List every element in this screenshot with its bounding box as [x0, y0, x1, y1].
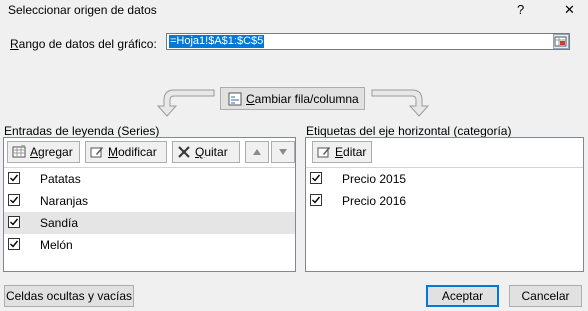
list-item[interactable]: Naranjas — [4, 190, 295, 212]
list-item-label: Melón — [40, 238, 73, 252]
axis-labels-label: Etiquetas del eje horizontal (categoría) — [306, 124, 512, 138]
axis-labels-panel: Editar Precio 2015 Precio 2016 — [305, 137, 584, 272]
add-table-icon — [12, 145, 26, 158]
checkmark-icon — [10, 196, 19, 204]
switch-icon — [228, 92, 242, 105]
edit-series-button[interactable]: Modificar — [85, 141, 167, 163]
list-item[interactable]: Sandía — [4, 212, 295, 234]
checkbox[interactable] — [8, 172, 20, 184]
remove-series-button[interactable]: Quitar — [172, 141, 240, 163]
hidden-empty-cells-button[interactable]: Celdas ocultas y vacías — [4, 285, 134, 307]
checkmark-icon — [10, 174, 19, 182]
legend-entries-panel: Agregar Modificar Quitar Patatas Naranjas… — [3, 137, 296, 272]
axis-toolbar: Editar — [306, 138, 583, 168]
help-button[interactable]: ? — [517, 2, 524, 17]
triangle-down-icon — [279, 149, 287, 155]
move-up-button[interactable] — [245, 141, 269, 163]
checkbox[interactable] — [8, 238, 20, 250]
list-item-label: Precio 2015 — [342, 172, 407, 186]
checkmark-icon — [312, 174, 321, 182]
checkbox[interactable] — [310, 172, 322, 184]
list-item-label: Sandía — [40, 216, 79, 230]
legend-toolbar: Agregar Modificar Quitar — [4, 138, 295, 168]
checkmark-icon — [312, 196, 321, 204]
list-item-label: Patatas — [40, 172, 81, 186]
list-item[interactable]: Patatas — [4, 168, 295, 190]
checkbox[interactable] — [310, 194, 322, 206]
edit-axis-button[interactable]: Editar — [312, 141, 372, 163]
edit-icon — [317, 147, 330, 158]
switch-row-column-label: Cambiar fila/columna — [246, 91, 359, 106]
range-label: Rango de datos del gráfico: — [10, 37, 157, 51]
checkbox[interactable] — [8, 194, 20, 206]
legend-entries-label: Entradas de leyenda (Series) — [4, 124, 160, 138]
checkmark-icon — [10, 240, 19, 248]
list-item[interactable]: Precio 2015 — [306, 168, 583, 190]
close-button[interactable]: ✕ — [564, 2, 575, 18]
left-arrow-icon — [156, 89, 215, 117]
checkmark-icon — [10, 218, 19, 226]
edit-icon — [90, 147, 103, 158]
list-item-label: Naranjas — [40, 194, 89, 208]
accept-button[interactable]: Aceptar — [426, 285, 499, 307]
range-input-value[interactable]: =Hoja1!$A$1:$C$5 — [169, 35, 265, 48]
range-input[interactable]: =Hoja1!$A$1:$C$5 — [166, 33, 570, 50]
triangle-up-icon — [253, 149, 261, 155]
move-down-button[interactable] — [271, 141, 295, 163]
list-item[interactable]: Precio 2016 — [306, 190, 583, 212]
delete-x-icon — [178, 146, 190, 158]
range-select-icon — [554, 36, 567, 47]
list-item[interactable]: Melón — [4, 234, 295, 256]
collapse-dialog-button[interactable] — [553, 34, 569, 49]
list-item-label: Precio 2016 — [342, 194, 407, 208]
cancel-button[interactable]: Cancelar — [509, 285, 582, 307]
right-arrow-icon — [371, 89, 430, 117]
switch-row-column-button[interactable]: Cambiar fila/columna — [220, 87, 365, 110]
add-series-button[interactable]: Agregar — [7, 141, 80, 163]
dialog-title: Seleccionar origen de datos — [8, 3, 157, 17]
checkbox[interactable] — [8, 216, 20, 228]
